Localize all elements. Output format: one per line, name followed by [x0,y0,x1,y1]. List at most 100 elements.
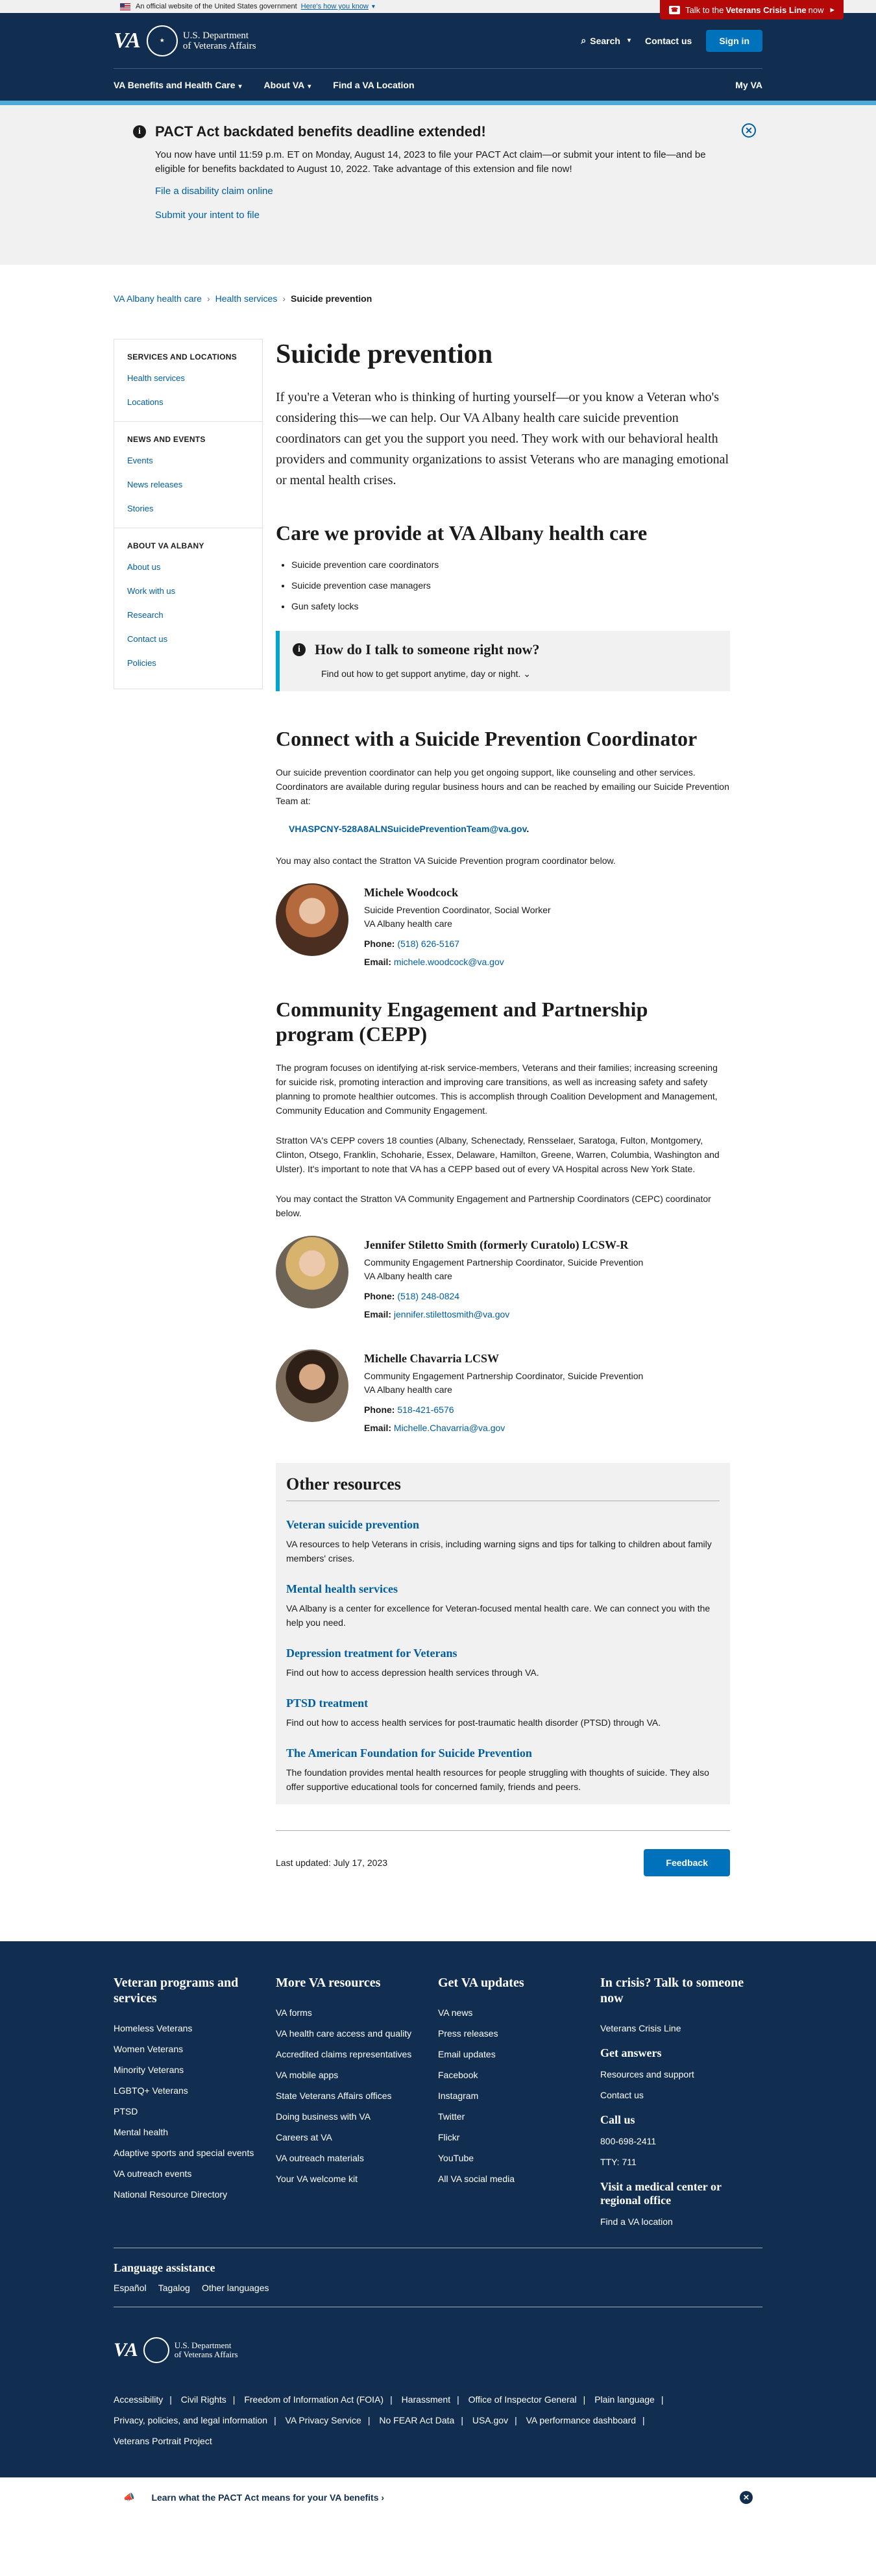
footer-link[interactable]: VA outreach materials [276,2153,438,2163]
breadcrumb-health-services[interactable]: Health services [215,293,278,304]
resource-link[interactable]: Depression treatment for Veterans [286,1647,457,1660]
footer-link[interactable]: Careers at VA [276,2132,438,2142]
lang-link-spanish[interactable]: Español [114,2283,147,2293]
sidenav-item-locations[interactable]: Locations [127,397,249,407]
footer-bottom-link[interactable]: Plain language [594,2394,655,2405]
nav-find-location[interactable]: Find a VA Location [333,80,414,90]
intent-to-file-link[interactable]: Submit your intent to file [155,210,743,221]
footer-bottom-link[interactable]: Harassment [402,2394,450,2405]
resource-link[interactable]: Veteran suicide prevention [286,1518,419,1531]
footer-link[interactable]: Find a VA location [600,2216,762,2227]
footer-link[interactable]: PTSD [114,2106,276,2116]
contact-email-link[interactable]: michele.woodcock@va.gov [394,957,504,967]
footer-logo[interactable]: VA U.S. Department of Veterans Affairs [114,2337,762,2363]
footer-link[interactable]: VA forms [276,2007,438,2018]
footer-crisis-link[interactable]: Veterans Crisis Line [600,2023,762,2033]
footer-bottom-link[interactable]: No FEAR Act Data [379,2415,454,2425]
nav-about[interactable]: About VA ▾ [264,80,311,90]
footer-tty-link[interactable]: TTY: 711 [600,2157,762,2167]
footer-link[interactable]: All VA social media [438,2174,600,2184]
sidenav-item-policies[interactable]: Policies [127,658,249,668]
heres-how-link[interactable]: Here's how you know [301,3,369,10]
footer-link[interactable]: Doing business with VA [276,2111,438,2122]
file-claim-link[interactable]: File a disability claim online [155,186,743,197]
footer-link[interactable]: YouTube [438,2153,600,2163]
sidenav-item-about[interactable]: About us [127,562,249,572]
footer-bottom-link[interactable]: VA Privacy Service [286,2415,361,2425]
contact-card: Jennifer Stiletto Smith (formerly Curato… [276,1236,730,1319]
contact-us-link[interactable]: Contact us [645,36,692,46]
last-updated-row: Last updated: July 17, 2023 Feedback [276,1830,730,1876]
footer-bottom-link[interactable]: Office of Inspector General [468,2394,577,2405]
sidenav-item-work[interactable]: Work with us [127,586,249,596]
footer-link[interactable]: Contact us [600,2090,762,2100]
va-seal-icon: ★ [146,25,178,56]
nav-benefits[interactable]: VA Benefits and Health Care ▾ [114,80,242,90]
contact-email-link[interactable]: Michelle.Chavarria@va.gov [394,1423,505,1433]
feedback-button[interactable]: Feedback [644,1849,730,1876]
footer-link[interactable]: Homeless Veterans [114,2023,276,2033]
footer-link[interactable]: VA outreach events [114,2168,276,2179]
footer-bottom-link[interactable]: VA performance dashboard [526,2415,636,2425]
resource-link[interactable]: Mental health services [286,1582,398,1595]
search-button[interactable]: ⌕ Search ▾ [581,35,631,46]
footer-link[interactable]: Email updates [438,2049,600,2059]
footer-link[interactable]: Press releases [438,2028,600,2039]
lang-link-other[interactable]: Other languages [202,2283,269,2293]
footer-bottom-link[interactable]: Freedom of Information Act (FOIA) [244,2394,383,2405]
breadcrumb-albany[interactable]: VA Albany health care [114,293,202,304]
other-resources: Other resources Veteran suicide preventi… [276,1463,730,1804]
sign-in-button[interactable]: Sign in [706,29,762,52]
footer-link[interactable]: Flickr [438,2132,600,2142]
contact-name: Jennifer Stiletto Smith (formerly Curato… [364,1238,629,1251]
contact-phone-link[interactable]: 518-421-6576 [397,1405,454,1415]
footer-link[interactable]: Adaptive sports and special events [114,2148,276,2158]
footer-link[interactable]: Twitter [438,2111,600,2122]
footer-link[interactable]: VA health care access and quality [276,2028,438,2039]
footer-link[interactable]: LGBTQ+ Veterans [114,2085,276,2096]
sidenav-item-health-services[interactable]: Health services [127,373,249,383]
footer-link[interactable]: Mental health [114,2127,276,2137]
footer-link[interactable]: Your VA welcome kit [276,2174,438,2184]
footer-bottom-link[interactable]: Privacy, policies, and legal information [114,2415,267,2425]
megaphone-icon: 📣 [123,2492,135,2502]
footer-bottom-link[interactable]: Civil Rights [181,2394,226,2405]
close-icon[interactable]: ✕ [742,123,756,138]
talk-now-link[interactable]: Find out how to get support anytime, day… [321,669,531,679]
sidenav-item-stories[interactable]: Stories [127,504,249,513]
contact-org: VA Albany health care [364,1384,452,1395]
footer-link[interactable]: Facebook [438,2070,600,2080]
footer-phone-link[interactable]: 800-698-2411 [600,2136,762,2146]
footer-link[interactable]: Resources and support [600,2069,762,2079]
footer-bottom-link[interactable]: Accessibility [114,2394,163,2405]
contact-phone-link[interactable]: (518) 248-0824 [397,1291,459,1301]
lang-link-tagalog[interactable]: Tagalog [158,2283,190,2293]
team-email-link[interactable]: VHASPCNY-528A8ALNSuicidePreventionTeam@v… [289,824,526,834]
resource-link[interactable]: PTSD treatment [286,1697,368,1710]
footer-bottom-link[interactable]: Veterans Portrait Project [114,2436,212,2446]
footer-link[interactable]: Women Veterans [114,2044,276,2054]
sidenav-item-news[interactable]: News releases [127,480,249,489]
va-logo[interactable]: VA ★ U.S. Department of Veterans Affairs [114,25,256,56]
crisis-line-button[interactable]: ☎ Talk to the Veterans Crisis Line now ▸ [659,0,844,19]
contact-card: Michele Woodcock Suicide Prevention Coor… [276,883,730,967]
footer-link[interactable]: Minority Veterans [114,2065,276,2075]
footer-link[interactable]: State Veterans Affairs offices [276,2091,438,2101]
footer-bottom-link[interactable]: USA.gov [472,2415,508,2425]
footer-link[interactable]: National Resource Directory [114,2189,276,2200]
sidenav-heading: SERVICES AND LOCATIONS [127,352,237,362]
contact-phone-link[interactable]: (518) 626-5167 [397,938,459,949]
footer-link[interactable]: Instagram [438,2091,600,2101]
resource-link[interactable]: The American Foundation for Suicide Prev… [286,1747,532,1760]
close-icon[interactable]: ✕ [740,2490,753,2504]
nav-my-va[interactable]: My VA [735,80,762,90]
search-icon: ⌕ [581,35,587,45]
sidenav-item-contact[interactable]: Contact us [127,634,249,644]
sidenav-item-events[interactable]: Events [127,456,249,465]
pact-bottom-link[interactable]: Learn what the PACT Act means for your V… [151,2492,384,2503]
footer-link[interactable]: VA mobile apps [276,2070,438,2080]
sidenav-item-research[interactable]: Research [127,610,249,620]
footer-link[interactable]: VA news [438,2007,600,2018]
contact-email-link[interactable]: jennifer.stilettosmith@va.gov [394,1309,509,1319]
footer-link[interactable]: Accredited claims representatives [276,2049,438,2059]
